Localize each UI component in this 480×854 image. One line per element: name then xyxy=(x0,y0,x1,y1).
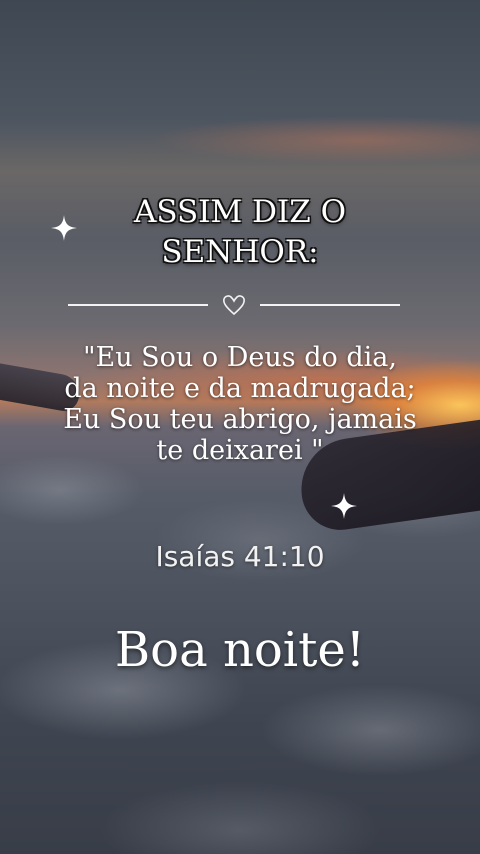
verse-quote: "Eu Sou o Deus do dia, da noite e da mad… xyxy=(0,342,480,466)
divider-line-right xyxy=(260,304,400,306)
greeting-text: Boa noite! xyxy=(114,622,366,678)
verse-reference: Isaías 41:10 xyxy=(155,540,325,573)
quote-line-1: "Eu Sou o Deus do dia, xyxy=(83,342,397,373)
divider-line-left xyxy=(68,304,208,306)
background-image: ASSIM DIZ O SENHOR: "Eu Sou o Deus do di… xyxy=(0,0,480,854)
quote-line-3: Eu Sou teu abrigo, jamais xyxy=(63,404,417,435)
divider xyxy=(68,290,400,320)
quote-line-2: da noite e da madrugada; xyxy=(64,373,416,404)
sparkle-icon xyxy=(331,493,357,519)
heart-outline-icon xyxy=(223,295,245,316)
sparkle-icon xyxy=(51,215,77,241)
quote-line-4: te deixarei " xyxy=(156,435,324,466)
